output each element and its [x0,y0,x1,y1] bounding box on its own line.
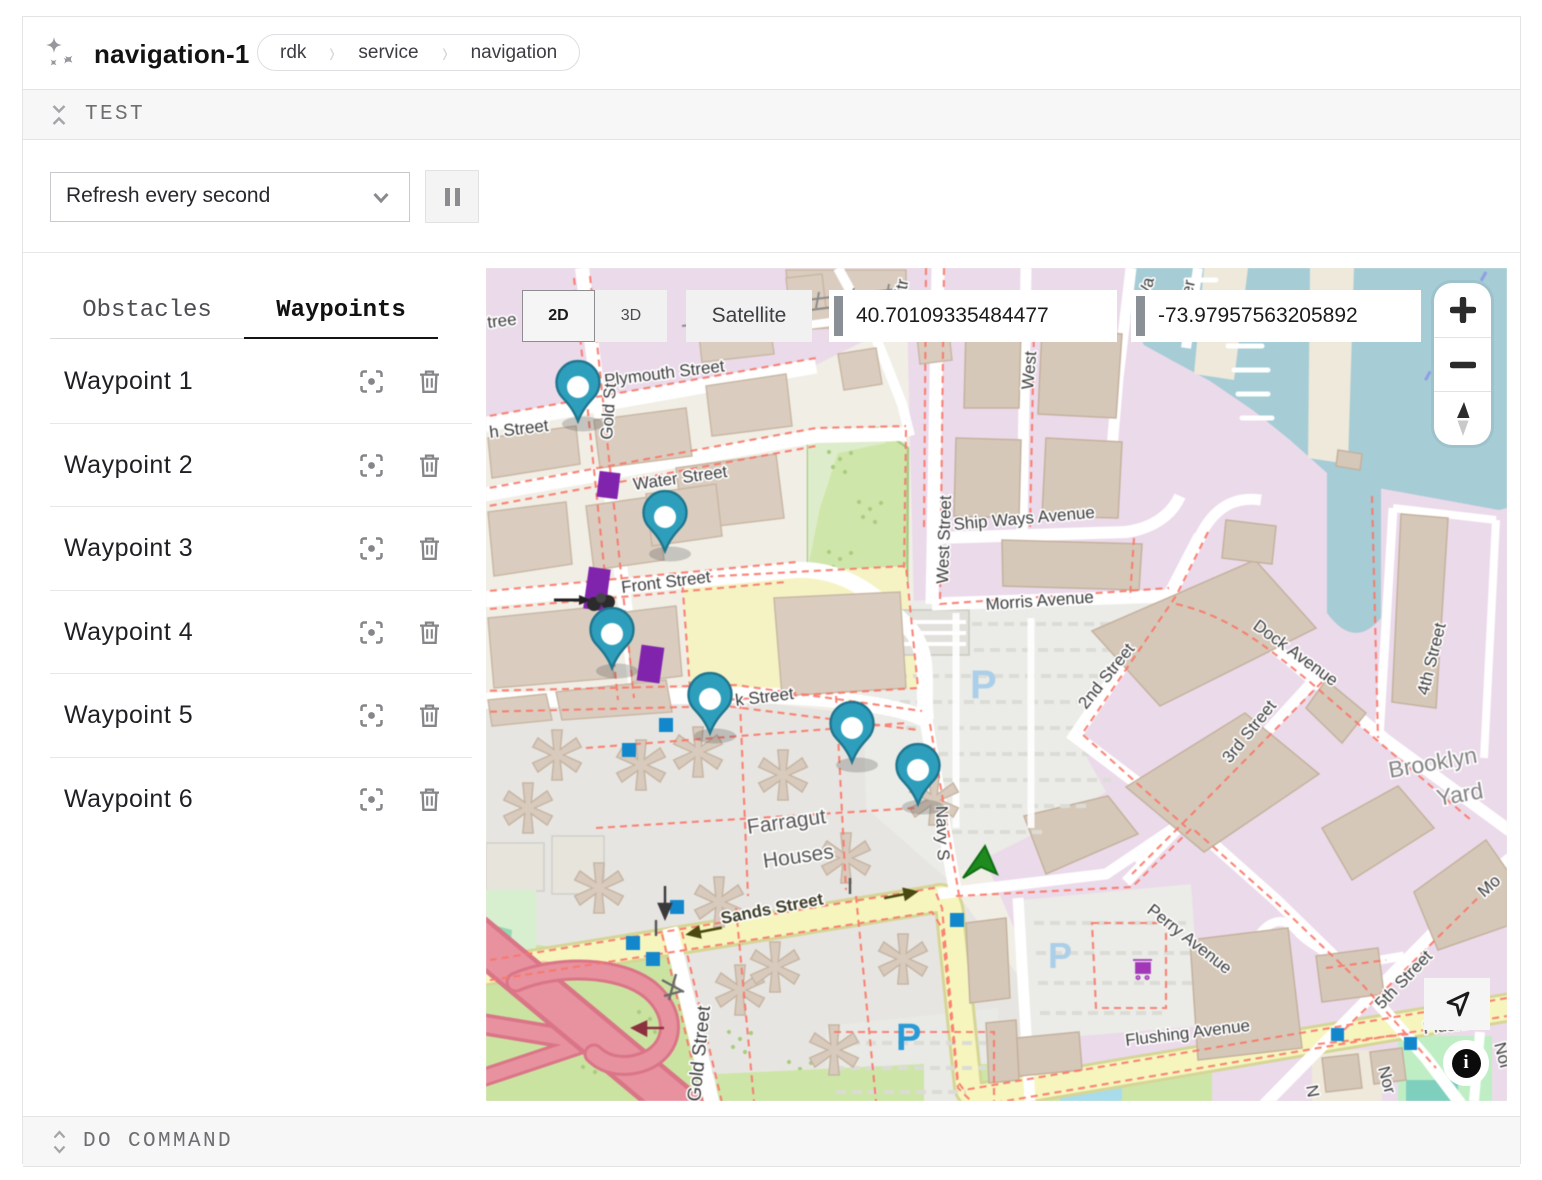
svg-text:Navy S: Navy S [932,805,953,860]
svg-text:P: P [970,663,997,707]
svg-text:West: West [1018,350,1040,390]
svg-text:Gold St: Gold St [597,382,620,440]
svg-text:tree: tree [486,310,517,332]
svg-text:West Street: West Street [933,495,955,584]
svg-text:P: P [896,1017,921,1059]
svg-text:P: P [1048,935,1072,976]
